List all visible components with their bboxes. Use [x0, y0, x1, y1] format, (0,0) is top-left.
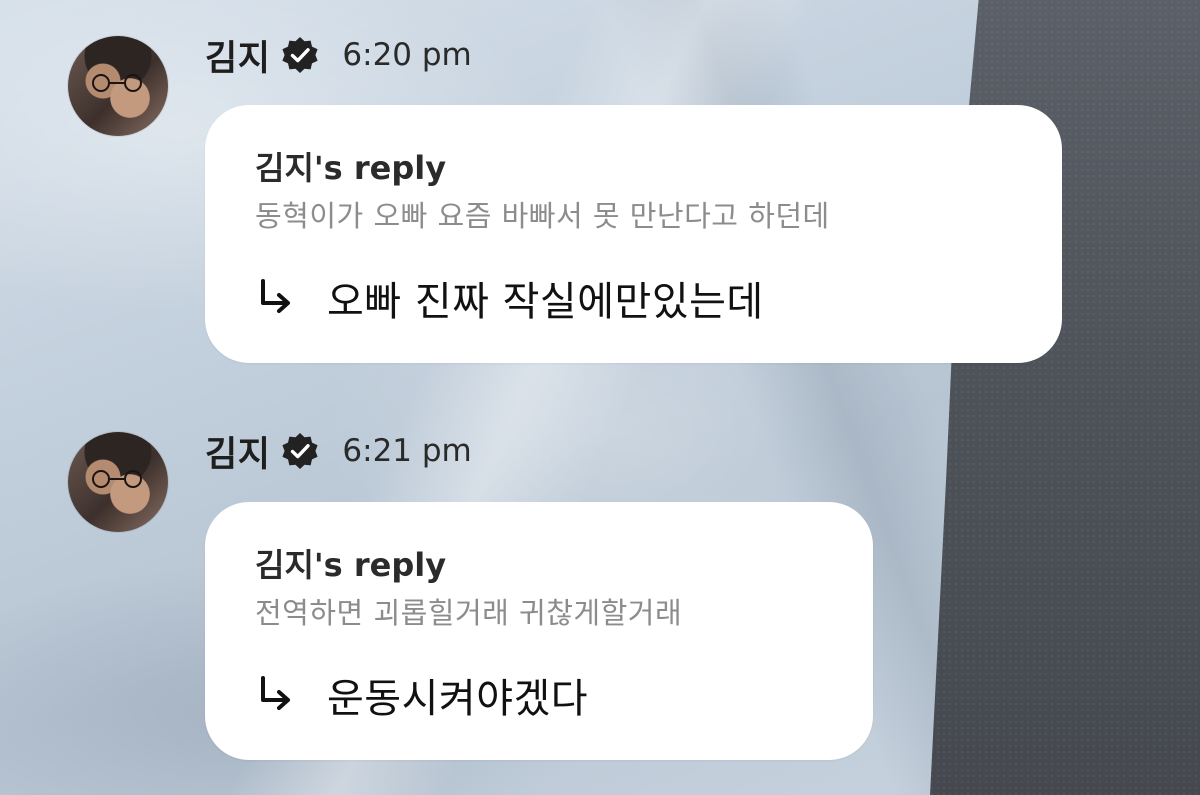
- reply-label: 김지's reply: [255, 149, 447, 187]
- reply-arrow-icon: [261, 676, 290, 710]
- timestamp: 6:20 pm: [342, 37, 472, 73]
- avatar-glasses-graphic: [92, 470, 142, 488]
- reply-bubble[interactable]: 김지's reply 전역하면 괴롭힐거래 귀찮게할거래 운동시켜야겠다: [205, 502, 873, 760]
- reply-message-text: 오빠 진짜 작실에만있는데: [327, 279, 764, 325]
- avatar[interactable]: [68, 432, 168, 532]
- username[interactable]: 김지: [205, 30, 270, 81]
- message-header: 김지 6:21 pm: [205, 426, 472, 476]
- quoted-message-text: 전역하면 괴롭힐거래 귀찮게할거래: [255, 596, 683, 630]
- reply-message-text: 운동시켜야겠다: [327, 676, 589, 722]
- reply-label: 김지's reply: [255, 546, 447, 584]
- username[interactable]: 김지: [205, 426, 270, 477]
- avatar-glasses-graphic: [92, 74, 142, 92]
- message-header: 김지 6:20 pm: [205, 30, 472, 80]
- timestamp: 6:21 pm: [342, 433, 472, 469]
- quoted-message-text: 동혁이가 오빠 요즘 바빠서 못 만난다고 하던데: [255, 199, 830, 233]
- verified-badge-icon: [282, 433, 319, 469]
- reply-row: 운동시켜야겠다: [255, 666, 588, 724]
- reply-bubble[interactable]: 김지's reply 동혁이가 오빠 요즘 바빠서 못 만난다고 하던데 오빠 …: [205, 105, 1062, 363]
- avatar[interactable]: [68, 36, 168, 136]
- verified-badge-icon: [282, 37, 319, 73]
- reply-arrow-icon: [261, 279, 290, 313]
- reply-row: 오빠 진짜 작실에만있는데: [255, 269, 764, 327]
